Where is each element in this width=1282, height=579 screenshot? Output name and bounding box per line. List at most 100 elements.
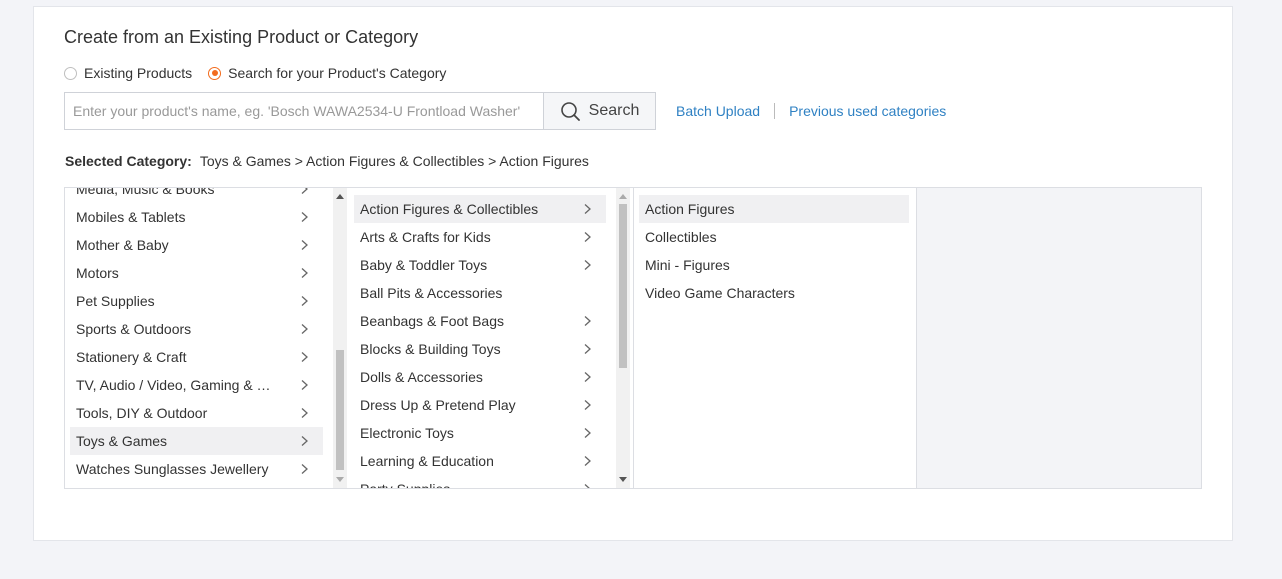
header-links: Batch Upload Previous used categories [676,103,946,119]
chevron-right-icon [584,344,591,354]
category-item-label: Ball Pits & Accessories [360,285,503,301]
chevron-right-icon [301,188,308,194]
category-item-label: Motors [76,265,119,281]
chevron-right-icon [584,428,591,438]
selected-category-label: Selected Category: [65,153,192,169]
category-item-label: Pet Supplies [76,293,155,309]
category-item-label: Party Supplies [360,481,450,488]
category-item-label: Dress Up & Pretend Play [360,397,516,413]
level1-scrollbar[interactable] [333,188,347,488]
page-title: Create from an Existing Product or Categ… [64,27,419,47]
chevron-right-icon [584,456,591,466]
category-item-label: Collectibles [645,229,717,245]
category-item[interactable]: Ball Pits & Accessories [354,279,606,307]
batch-upload-link[interactable]: Batch Upload [676,103,760,119]
category-item[interactable]: Tools, DIY & Outdoor [70,399,323,427]
mode-radio-group: Existing Products Search for your Produc… [64,65,462,81]
chevron-right-icon [301,352,308,362]
chevron-right-icon [584,260,591,270]
create-product-panel: Create from an Existing Product or Categ… [33,6,1233,541]
category-item[interactable]: Sports & Outdoors [70,315,323,343]
chevron-right-icon [584,372,591,382]
chevron-right-icon [301,212,308,222]
chevron-right-icon [301,380,308,390]
category-browser: Media, Music & Books Mobiles & Tablets Mot… [64,187,1202,489]
category-item[interactable]: Motors [70,259,323,287]
category-item[interactable]: TV, Audio / Video, Gaming & … [70,371,323,399]
chevron-right-icon [584,400,591,410]
chevron-right-icon [301,408,308,418]
level1-scroll-down[interactable] [336,477,344,482]
search-input[interactable] [64,92,543,130]
category-item-label: Watches Sunglasses Jewellery [76,461,269,477]
level1-scroll-up[interactable] [336,194,344,199]
selected-category-path: Toys & Games > Action Figures & Collecti… [199,153,589,169]
category-column-level2: Action Figures & Collectibles Arts & Craf… [350,188,607,488]
category-item-label: Video Game Characters [645,285,795,301]
category-item[interactable]: Dolls & Accessories [354,363,606,391]
category-item-label: Action Figures [645,201,735,217]
chevron-right-icon [301,268,308,278]
category-item-label: Sports & Outdoors [76,321,192,337]
category-item[interactable]: Dress Up & Pretend Play [354,391,606,419]
category-item[interactable]: Party Supplies [354,475,606,488]
search-button[interactable]: Search [543,92,656,130]
category-column-empty [916,188,1201,488]
level2-scroll-up[interactable] [619,194,627,199]
level2-scroll-thumb[interactable] [619,204,627,368]
level2-scroll-down[interactable] [619,477,627,482]
previous-categories-link[interactable]: Previous used categories [789,103,946,119]
category-item[interactable]: Mobiles & Tablets [70,203,323,231]
category-item[interactable]: Mother & Baby [70,231,323,259]
link-divider [774,103,776,119]
category-item[interactable]: Learning & Education [354,447,606,475]
category-item[interactable]: Blocks & Building Toys [354,335,606,363]
chevron-right-icon [301,240,308,250]
category-item-label: Action Figures & Collectibles [360,201,539,217]
category-item[interactable]: Stationery & Craft [70,343,323,371]
category-column-level3: Action Figures Collectibles Mini - Figures… [633,188,917,488]
search-icon [560,102,580,121]
category-item[interactable]: Pet Supplies [70,287,323,315]
chevron-right-icon [301,436,308,446]
radio-existing-products-indicator[interactable] [64,66,77,80]
level2-scrollbar[interactable] [616,188,630,488]
category-item-label: Tools, DIY & Outdoor [76,405,208,421]
chevron-right-icon [584,232,591,242]
category-item-label: Blocks & Building Toys [360,341,501,357]
category-item-label: Mother & Baby [76,237,169,253]
category-item[interactable]: Electronic Toys [354,419,606,447]
category-item-label: Media, Music & Books [76,188,215,197]
category-item-label: Electronic Toys [360,425,454,441]
radio-search-category-label[interactable]: Search for your Product's Category [228,65,446,81]
category-item[interactable]: Video Game Characters [639,279,909,307]
search-button-label: Search [588,102,640,119]
radio-search-category[interactable]: Search for your Product's Category [208,65,446,81]
category-item[interactable]: Baby & Toddler Toys [354,251,606,279]
radio-existing-products-label[interactable]: Existing Products [84,65,192,81]
selected-category: Selected Category: Toys & Games > Action … [65,153,589,169]
category-item[interactable]: Media, Music & Books [70,188,323,203]
chevron-right-icon [301,296,308,306]
category-column-level1: Media, Music & Books Mobiles & Tablets Mot… [65,188,333,488]
category-item[interactable]: Action Figures & Collectibles [354,195,606,223]
category-item-label: TV, Audio / Video, Gaming & … [76,377,271,393]
category-item-label: Mini - Figures [645,257,730,273]
search-row: Search Batch Upload Previous used catego… [64,92,946,130]
category-item-label: Dolls & Accessories [360,369,483,385]
chevron-right-icon [584,204,591,214]
radio-search-category-indicator[interactable] [208,66,222,80]
category-item-label: Toys & Games [76,433,168,449]
category-item[interactable]: Mini - Figures [639,251,909,279]
radio-existing-products[interactable]: Existing Products [64,65,192,81]
category-item[interactable]: Arts & Crafts for Kids [354,223,606,251]
category-item[interactable]: Action Figures [639,195,909,223]
category-item[interactable]: Watches Sunglasses Jewellery [70,455,323,483]
category-item-label: Arts & Crafts for Kids [360,229,491,245]
level1-scroll-thumb[interactable] [336,350,344,470]
chevron-right-icon [301,464,308,474]
category-item[interactable]: Toys & Games [70,427,323,455]
chevron-right-icon [584,316,591,326]
category-item[interactable]: Beanbags & Foot Bags [354,307,606,335]
category-item[interactable]: Collectibles [639,223,909,251]
